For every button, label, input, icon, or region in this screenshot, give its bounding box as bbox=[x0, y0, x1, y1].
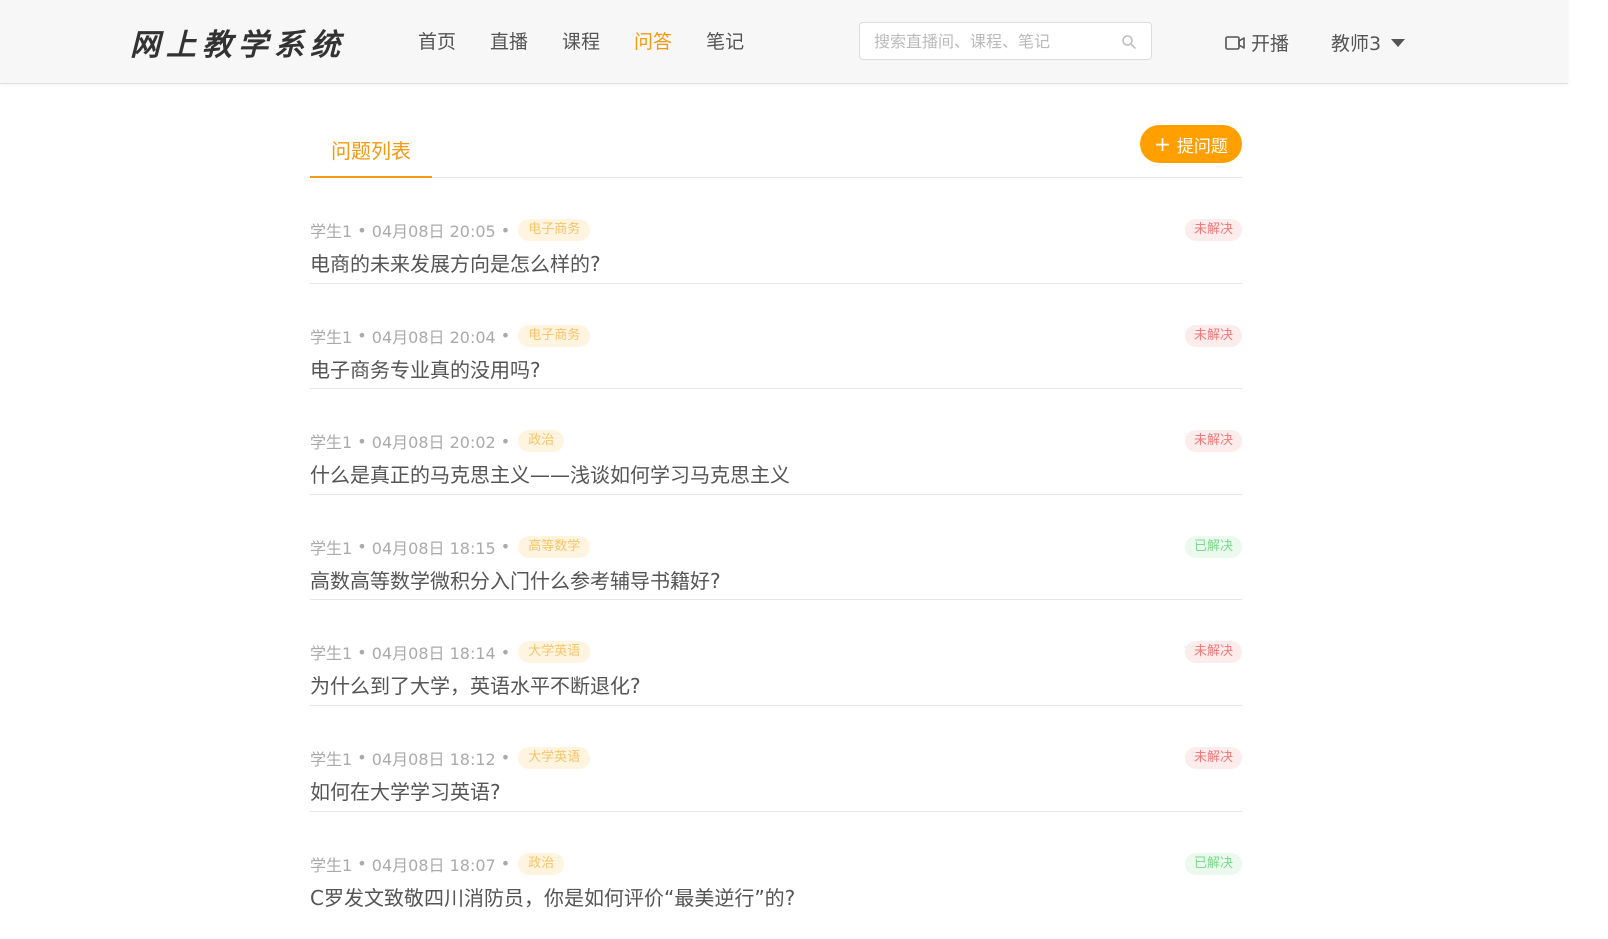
plus-icon: + bbox=[1154, 132, 1171, 156]
question-meta: 学生1 • 04月08日 20:05 • 电子商务 bbox=[310, 218, 591, 242]
question-row: 学生1 • 04月08日 20:04 • 电子商务 电子商务专业真的没用吗? 未… bbox=[310, 284, 1242, 390]
user-name: 教师3 bbox=[1331, 33, 1382, 55]
question-row: 学生1 • 04月08日 18:07 • 政治 C罗发文致敬四川消防员，你是如何… bbox=[310, 812, 1242, 918]
question-list: 学生1 • 04月08日 20:05 • 电子商务 电商的未来发展方向是怎么样的… bbox=[310, 178, 1242, 917]
question-row: 学生1 • 04月08日 20:02 • 政治 什么是真正的马克思主义——浅谈如… bbox=[310, 389, 1242, 495]
status-badge: 已解决 bbox=[1184, 852, 1242, 875]
question-tag[interactable]: 电子商务 bbox=[518, 219, 591, 241]
question-row: 学生1 • 04月08日 20:05 • 电子商务 电商的未来发展方向是怎么样的… bbox=[310, 178, 1242, 284]
question-title[interactable]: 电商的未来发展方向是怎么样的? bbox=[310, 250, 601, 278]
question-title[interactable]: 为什么到了大学，英语水平不断退化? bbox=[310, 672, 641, 700]
caret-down-icon bbox=[1391, 38, 1406, 47]
question-author: 学生1 bbox=[310, 644, 353, 664]
question-author: 学生1 bbox=[310, 222, 353, 241]
question-time: 04月08日 18:15 bbox=[371, 538, 496, 558]
question-title[interactable]: 如何在大学学习英语? bbox=[310, 778, 501, 806]
question-meta: 学生1 • 04月08日 18:14 • 大学英语 bbox=[310, 640, 591, 664]
meta-separator: • bbox=[495, 854, 511, 874]
meta-separator: • bbox=[495, 326, 511, 346]
question-author: 学生1 bbox=[310, 538, 353, 558]
meta-separator: • bbox=[495, 748, 511, 768]
meta-separator: • bbox=[352, 537, 372, 557]
nav-notes[interactable]: 笔记 bbox=[706, 28, 744, 56]
video-camera-icon bbox=[1225, 35, 1245, 50]
question-tag[interactable]: 政治 bbox=[518, 852, 565, 875]
site-logo[interactable]: 网上教学系统 bbox=[130, 20, 346, 64]
main-content: 问题列表 + 提问题 学生1 • 04月08日 20:05 • 电子商务 电商的… bbox=[310, 85, 1242, 917]
question-time: 04月08日 18:07 bbox=[371, 855, 496, 875]
question-meta: 学生1 • 04月08日 20:04 • 电子商务 bbox=[310, 324, 591, 348]
question-author: 学生1 bbox=[310, 433, 353, 453]
tabs-bar: 问题列表 + 提问题 bbox=[310, 85, 1242, 178]
search-input[interactable] bbox=[860, 23, 1110, 59]
search-icon[interactable] bbox=[1121, 34, 1137, 50]
question-title[interactable]: 电子商务专业真的没用吗? bbox=[310, 356, 541, 384]
nav-qa[interactable]: 问答 bbox=[634, 28, 672, 56]
question-title[interactable]: C罗发文致敬四川消防员，你是如何评价“最美逆行”的? bbox=[310, 884, 795, 912]
ask-question-label: 提问题 bbox=[1176, 136, 1228, 157]
start-live-label: 开播 bbox=[1251, 33, 1290, 55]
status-badge: 未解决 bbox=[1184, 746, 1242, 769]
status-badge: 未解决 bbox=[1184, 641, 1242, 664]
meta-separator: • bbox=[495, 537, 511, 557]
question-tag[interactable]: 大学英语 bbox=[518, 746, 591, 769]
start-live-button[interactable]: 开播 bbox=[1225, 29, 1289, 56]
main-nav: 首页 直播 课程 问答 笔记 bbox=[418, 28, 778, 56]
meta-separator: • bbox=[352, 748, 372, 768]
question-tag[interactable]: 政治 bbox=[518, 430, 565, 453]
meta-separator: • bbox=[352, 854, 372, 874]
question-tag[interactable]: 电子商务 bbox=[518, 324, 591, 347]
meta-separator: • bbox=[352, 220, 372, 240]
nav-home[interactable]: 首页 bbox=[418, 28, 456, 56]
question-meta: 学生1 • 04月08日 18:12 • 大学英语 bbox=[310, 746, 591, 770]
question-tag[interactable]: 大学英语 bbox=[518, 641, 591, 664]
tab-question-list[interactable]: 问题列表 bbox=[310, 137, 432, 178]
user-menu[interactable]: 教师3 bbox=[1331, 29, 1406, 56]
nav-courses[interactable]: 课程 bbox=[562, 28, 600, 56]
meta-separator: • bbox=[352, 431, 372, 451]
question-tag[interactable]: 高等数学 bbox=[518, 535, 591, 558]
status-badge: 未解决 bbox=[1184, 324, 1242, 347]
status-badge: 已解决 bbox=[1184, 535, 1242, 558]
question-author: 学生1 bbox=[310, 749, 353, 769]
meta-separator: • bbox=[495, 220, 511, 240]
question-meta: 学生1 • 04月08日 18:07 • 政治 bbox=[310, 852, 565, 876]
question-time: 04月08日 18:12 bbox=[371, 749, 496, 769]
meta-separator: • bbox=[352, 642, 372, 662]
nav-live[interactable]: 直播 bbox=[490, 28, 528, 56]
question-title[interactable]: 高数高等数学微积分入门什么参考辅导书籍好? bbox=[310, 567, 721, 595]
status-badge: 未解决 bbox=[1184, 430, 1242, 453]
meta-separator: • bbox=[495, 642, 511, 662]
question-row: 学生1 • 04月08日 18:15 • 高等数学 高数高等数学微积分入门什么参… bbox=[310, 495, 1242, 601]
question-time: 04月08日 20:02 bbox=[371, 433, 496, 453]
question-row: 学生1 • 04月08日 18:14 • 大学英语 为什么到了大学，英语水平不断… bbox=[310, 600, 1242, 706]
question-author: 学生1 bbox=[310, 855, 353, 875]
meta-separator: • bbox=[495, 431, 511, 451]
meta-separator: • bbox=[352, 326, 372, 346]
question-author: 学生1 bbox=[310, 327, 353, 347]
question-time: 04月08日 18:14 bbox=[371, 644, 496, 664]
question-time: 04月08日 20:04 bbox=[371, 327, 496, 347]
question-meta: 学生1 • 04月08日 20:02 • 政治 bbox=[310, 429, 565, 453]
question-meta: 学生1 • 04月08日 18:15 • 高等数学 bbox=[310, 535, 591, 559]
question-row: 学生1 • 04月08日 18:12 • 大学英语 如何在大学学习英语? 未解决 bbox=[310, 706, 1242, 812]
question-time: 04月08日 20:05 bbox=[371, 222, 496, 241]
search-box bbox=[859, 22, 1152, 60]
status-badge: 未解决 bbox=[1184, 219, 1242, 241]
ask-question-button[interactable]: + 提问题 bbox=[1140, 125, 1242, 163]
question-title[interactable]: 什么是真正的马克思主义——浅谈如何学习马克思主义 bbox=[310, 461, 790, 489]
top-header: 网上教学系统 首页 直播 课程 问答 笔记 开播 教师3 bbox=[0, 0, 1568, 84]
